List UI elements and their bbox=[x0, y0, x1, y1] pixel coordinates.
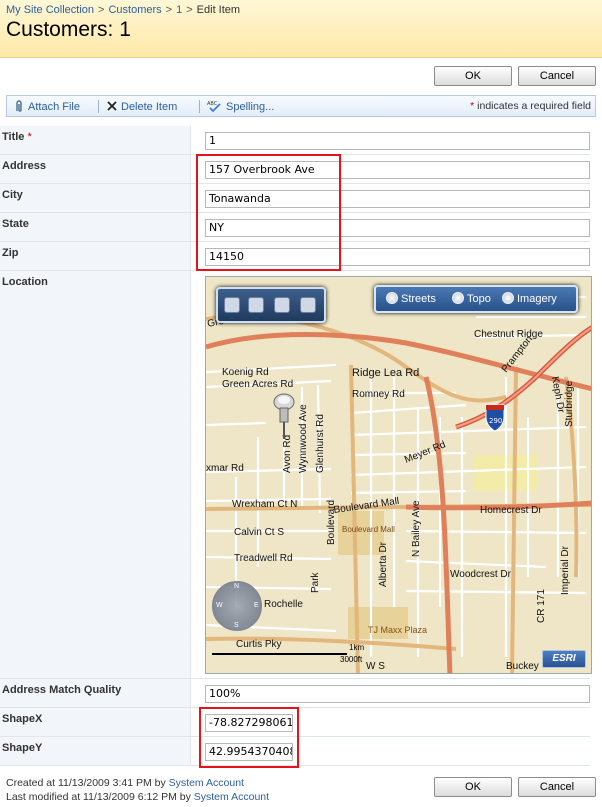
map-canvas: 290 Greentre Chestnut Ridge Koenig Rd Gr… bbox=[206, 277, 591, 673]
measure-tool-icon[interactable] bbox=[274, 297, 290, 313]
paperclip-icon bbox=[16, 100, 22, 112]
match-quality-field[interactable]: 100% bbox=[205, 685, 590, 703]
page-title: Customers: 1 bbox=[6, 18, 131, 41]
svg-text:CR 171: CR 171 bbox=[536, 589, 547, 623]
svg-text:N Bailey Ave: N Bailey Ave bbox=[411, 500, 422, 557]
modified-info: Last modified at 11/13/2009 6:12 PM by S… bbox=[6, 791, 270, 803]
city-field[interactable]: Tonawanda bbox=[205, 190, 590, 208]
address-field[interactable]: 157 Overbrook Ave bbox=[205, 161, 590, 179]
map-tools-panel bbox=[216, 287, 326, 323]
state-label: State bbox=[2, 218, 29, 230]
spelling-button[interactable]: ABC Spelling... bbox=[207, 99, 274, 113]
svg-text:TJ Maxx Plaza: TJ Maxx Plaza bbox=[368, 625, 427, 635]
toolbar-divider bbox=[98, 100, 99, 113]
locate-tool-icon[interactable] bbox=[248, 297, 264, 313]
shapex-label: ShapeX bbox=[2, 713, 43, 725]
svg-text:290: 290 bbox=[489, 417, 502, 425]
basemap-imagery-option[interactable]: Imagery bbox=[502, 292, 557, 305]
location-pushpin-icon[interactable] bbox=[272, 393, 296, 441]
breadcrumb-item[interactable]: 1 bbox=[176, 4, 182, 16]
svg-text:Park: Park bbox=[310, 571, 321, 593]
svg-text:Koenig Rd: Koenig Rd bbox=[222, 367, 269, 378]
svg-text:Buckey: Buckey bbox=[506, 661, 539, 672]
svg-text:Boulevard: Boulevard bbox=[326, 500, 337, 545]
breadcrumb-site[interactable]: My Site Collection bbox=[6, 4, 94, 16]
settings-gear-icon[interactable] bbox=[300, 297, 316, 313]
breadcrumb: My Site Collection > Customers >1 > Edit Item bbox=[6, 4, 241, 16]
ok-button-top[interactable]: OK bbox=[434, 66, 512, 86]
svg-text:Romney Rd: Romney Rd bbox=[352, 389, 405, 400]
svg-text:Boulevard Mall: Boulevard Mall bbox=[342, 525, 395, 534]
city-label: City bbox=[2, 189, 23, 201]
spelling-label: Spelling... bbox=[226, 101, 275, 113]
svg-text:Woodcrest Dr: Woodcrest Dr bbox=[450, 569, 512, 580]
svg-text:Imperial Dr: Imperial Dr bbox=[560, 545, 571, 595]
map-scale-bar: 1km 3000ft bbox=[212, 641, 372, 665]
breadcrumb-current: Edit Item bbox=[196, 4, 241, 16]
cancel-button-top[interactable]: Cancel bbox=[518, 66, 596, 86]
shapex-field[interactable]: -78.8272980614 bbox=[205, 714, 293, 732]
svg-text:Alberta Dr: Alberta Dr bbox=[378, 541, 389, 587]
radio-icon bbox=[502, 292, 514, 304]
address-label: Address bbox=[2, 160, 47, 172]
svg-text:Rochelle: Rochelle bbox=[264, 599, 303, 610]
svg-text:xmar Rd: xmar Rd bbox=[206, 463, 244, 474]
created-by-link[interactable]: System Account bbox=[169, 777, 244, 789]
toolbar-divider bbox=[199, 100, 200, 113]
ok-button-bottom[interactable]: OK bbox=[434, 777, 512, 797]
attach-file-label: Attach File bbox=[28, 101, 80, 113]
page-header: My Site Collection > Customers >1 > Edit Item… bbox=[0, 0, 602, 58]
delete-x-icon bbox=[107, 101, 117, 111]
spellcheck-icon: ABC bbox=[207, 101, 221, 113]
pan-tool-icon[interactable] bbox=[224, 297, 240, 313]
basemap-switcher: Streets Topo Imagery bbox=[374, 285, 578, 313]
form-toolbar: Attach File Delete Item ABC Spelling... *… bbox=[6, 95, 596, 117]
basemap-streets-option[interactable]: Streets bbox=[386, 292, 436, 305]
delete-item-label: Delete Item bbox=[121, 101, 178, 113]
svg-text:ABC: ABC bbox=[207, 101, 218, 107]
zip-field[interactable]: 14150 bbox=[205, 248, 590, 266]
svg-text:Wynnwood Ave: Wynnwood Ave bbox=[298, 404, 309, 473]
row-shapey: ShapeY bbox=[0, 737, 590, 766]
map-navigation-compass-icon[interactable]: N S W E bbox=[212, 581, 262, 631]
svg-text:Wrexham Ct N: Wrexham Ct N bbox=[232, 499, 297, 510]
svg-text:Green Acres Rd: Green Acres Rd bbox=[222, 379, 293, 390]
delete-item-button[interactable]: Delete Item bbox=[106, 99, 177, 113]
shapey-field[interactable]: 42.9954370408 bbox=[205, 743, 293, 761]
title-field[interactable]: 1 bbox=[205, 132, 590, 150]
attach-file-button[interactable]: Attach File bbox=[13, 99, 80, 113]
basemap-topo-option[interactable]: Topo bbox=[452, 292, 491, 305]
esri-logo: ESRI bbox=[542, 650, 586, 668]
location-map[interactable]: 290 Greentre Chestnut Ridge Koenig Rd Gr… bbox=[205, 276, 592, 674]
breadcrumb-customers[interactable]: Customers bbox=[108, 4, 161, 16]
svg-text:Homecrest Dr: Homecrest Dr bbox=[480, 505, 542, 516]
row-shapex: ShapeX bbox=[0, 708, 590, 737]
created-info: Created at 11/13/2009 3:41 PM by System … bbox=[6, 777, 244, 789]
shapey-label: ShapeY bbox=[2, 742, 43, 754]
svg-text:Chestnut Ridge: Chestnut Ridge bbox=[474, 329, 543, 340]
required-field-note: * indicates a required field bbox=[470, 100, 591, 112]
state-field[interactable]: NY bbox=[205, 219, 590, 237]
svg-text:Sturbridge: Sturbridge bbox=[564, 380, 575, 427]
svg-text:Ridge Lea Rd: Ridge Lea Rd bbox=[352, 367, 419, 379]
svg-text:Glenhurst Rd: Glenhurst Rd bbox=[315, 414, 326, 473]
radio-icon bbox=[452, 292, 464, 304]
svg-text:Calvin Ct S: Calvin Ct S bbox=[234, 527, 284, 538]
cancel-button-bottom[interactable]: Cancel bbox=[518, 777, 596, 797]
zip-label: Zip bbox=[2, 247, 19, 259]
svg-text:Treadwell Rd: Treadwell Rd bbox=[234, 553, 293, 564]
modified-by-link[interactable]: System Account bbox=[194, 791, 269, 803]
match-quality-label: Address Match Quality bbox=[2, 684, 122, 696]
title-label: Title * bbox=[2, 131, 32, 143]
radio-icon bbox=[386, 292, 398, 304]
location-label: Location bbox=[2, 276, 48, 288]
